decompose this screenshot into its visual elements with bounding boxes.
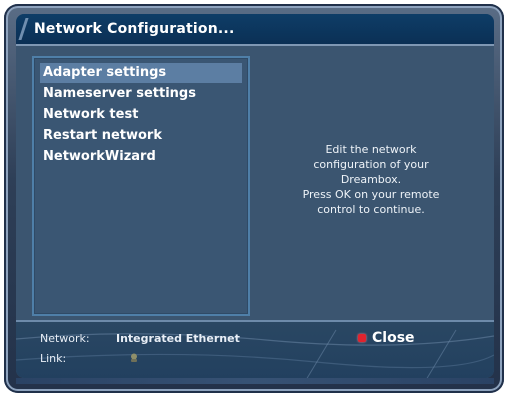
status-bar: Network: Integrated Ethernet Link: Close <box>16 320 494 378</box>
window-title: Network Configuration... <box>34 21 235 37</box>
bottom-decoration <box>16 378 494 384</box>
link-label: Link: <box>40 352 67 365</box>
close-button-label: Close <box>372 330 415 346</box>
menu-item-nameserver-settings[interactable]: Nameserver settings <box>40 84 242 104</box>
menu-item-network-wizard[interactable]: NetworkWizard <box>40 147 242 167</box>
menu-item-network-test[interactable]: Network test <box>40 105 242 125</box>
help-text-panel: Edit the network configuration of your D… <box>252 56 490 312</box>
help-line: Edit the network <box>325 143 417 156</box>
red-button-icon <box>358 334 366 342</box>
help-line: Dreambox. <box>340 173 402 186</box>
help-line: configuration of your <box>313 158 429 171</box>
title-bar: Network Configuration... <box>16 14 494 46</box>
network-label: Network: <box>40 332 90 345</box>
help-line: Press OK on your remote <box>302 188 440 201</box>
network-configuration-window: Network Configuration... Adapter setting… <box>16 14 494 378</box>
network-adapter-value: Integrated Ethernet <box>116 332 240 345</box>
link-status-icon <box>131 353 137 362</box>
menu-item-restart-network[interactable]: Restart network <box>40 126 242 146</box>
help-line: control to continue. <box>317 203 425 216</box>
close-button[interactable]: Close <box>358 328 415 348</box>
status-bar-decoration <box>16 329 494 378</box>
network-menu-list: Adapter settings Nameserver settings Net… <box>32 56 250 316</box>
title-accent <box>18 18 29 40</box>
menu-item-adapter-settings[interactable]: Adapter settings <box>40 63 242 83</box>
